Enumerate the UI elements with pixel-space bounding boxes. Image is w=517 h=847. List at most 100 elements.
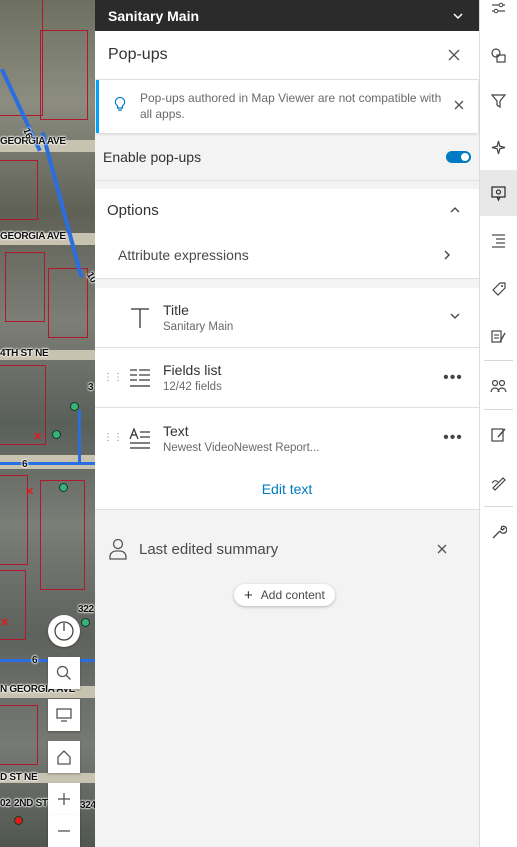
search-icon [56, 665, 71, 680]
parcel [40, 30, 88, 120]
parcel [48, 268, 88, 338]
effects-icon [491, 140, 506, 154]
home-icon [57, 750, 71, 765]
expand-title-button[interactable] [449, 309, 461, 327]
add-content-label: Add content [260, 588, 325, 602]
title-element[interactable]: Title Sanitary Main [95, 288, 479, 348]
manhole-point[interactable] [52, 430, 61, 439]
manhole-point[interactable] [14, 816, 23, 825]
compass-button[interactable] [48, 615, 80, 647]
pipe-label: 02 [0, 798, 11, 809]
search-button[interactable] [48, 657, 80, 689]
fields-list-element[interactable]: ⋮⋮ Fields list 12/42 fields ••• [95, 348, 479, 408]
chevron-up-icon [450, 207, 460, 213]
plus-icon [58, 793, 70, 805]
element-name: Fields list [163, 362, 222, 378]
styles-button[interactable] [480, 34, 517, 76]
monitor-icon [56, 708, 72, 722]
fields-icon [492, 233, 505, 248]
popups-button[interactable] [480, 170, 517, 216]
street-label: D ST NE [0, 772, 38, 783]
properties-button[interactable] [480, 0, 517, 34]
layer-title: Sanitary Main [108, 7, 200, 24]
effects-button[interactable] [480, 124, 517, 170]
pipe-label: 324 [80, 800, 95, 811]
tools-icon [492, 525, 507, 538]
popups-icon [491, 185, 506, 201]
street-label: 2ND ST [14, 798, 48, 809]
x-marker-icon: ✕ [33, 431, 43, 443]
filter-button[interactable] [480, 76, 517, 124]
drag-handle-icon[interactable]: ⋮⋮ [103, 372, 123, 382]
parcel [0, 160, 38, 220]
manhole-point[interactable] [59, 483, 68, 492]
street-label: GEORGIA AVE [0, 231, 66, 242]
zoom-in-button[interactable] [48, 783, 80, 815]
chevron-right-icon [444, 250, 450, 259]
street-label: 4TH ST NE [0, 348, 49, 359]
styles-icon [491, 47, 506, 63]
x-marker-icon: ✕ [0, 617, 10, 629]
close-panel-button[interactable] [447, 48, 461, 62]
screen-button[interactable] [48, 699, 80, 731]
person-icon [109, 538, 127, 560]
street-label: GEORGIA AVE [0, 136, 66, 147]
drag-handle-icon[interactable]: ⋮⋮ [103, 433, 123, 443]
filter-icon [490, 93, 507, 108]
summary-label: Last edited summary [139, 540, 279, 558]
fields-button[interactable] [480, 216, 517, 264]
element-name: Title [163, 302, 189, 318]
dismiss-notice-button[interactable] [452, 98, 466, 112]
settings-toolbar [480, 0, 517, 847]
parcel [0, 0, 43, 116]
minus-icon [58, 830, 70, 832]
attribute-expressions-item[interactable]: Attribute expressions [95, 231, 479, 279]
labels-button[interactable] [480, 264, 517, 312]
sewer-line [40, 132, 84, 278]
sketch-button[interactable] [480, 458, 517, 506]
more-options-button[interactable]: ••• [443, 429, 463, 447]
panel-header: Pop-ups [95, 31, 479, 80]
manhole-point[interactable] [70, 402, 79, 411]
options-section: Options Attribute expressions [95, 189, 479, 279]
parcel [0, 570, 26, 640]
options-header[interactable]: Options [95, 189, 479, 231]
forms-icon [491, 329, 506, 343]
sketch-icon [491, 476, 506, 491]
lightbulb-icon [114, 96, 126, 111]
element-detail: Sanitary Main [163, 321, 234, 333]
enable-popups-toggle[interactable] [446, 150, 471, 163]
parcel [5, 252, 45, 322]
forms-button[interactable] [480, 312, 517, 360]
chevron-down-icon [450, 313, 460, 319]
properties-icon [492, 2, 505, 14]
clustering-icon [490, 379, 507, 392]
edit-text-link[interactable]: Edit text [95, 468, 479, 510]
zoom-out-button[interactable] [48, 815, 80, 847]
text-element-icon [129, 427, 150, 449]
attribute-expressions-label: Attribute expressions [118, 246, 249, 263]
map-view[interactable]: GEORGIA AVE GEORGIA AVE 4TH ST NE N GEOR… [0, 0, 95, 847]
clustering-button[interactable] [480, 361, 517, 409]
pipe-label: 6 [32, 655, 38, 666]
parcel [0, 705, 38, 765]
text-element[interactable]: ⋮⋮ Text Newest VideoNewest Report... ••• [95, 408, 479, 468]
text-element-texts: Text Newest VideoNewest Report... [163, 423, 443, 454]
home-button[interactable] [48, 741, 80, 773]
element-detail: Newest VideoNewest Report... [163, 441, 320, 454]
options-label: Options [107, 201, 159, 219]
manhole-point[interactable] [81, 618, 90, 627]
remove-summary-button[interactable] [435, 542, 449, 556]
chevron-down-icon [453, 12, 463, 19]
layer-selector[interactable]: Sanitary Main [95, 0, 479, 31]
add-content-button[interactable]: + Add content [234, 584, 335, 606]
title-text-icon [131, 307, 149, 328]
notice-message: Pop-ups authored in Map Viewer are not c… [140, 91, 442, 121]
tools-button[interactable] [480, 507, 517, 555]
title-element-texts: Title Sanitary Main [163, 302, 449, 333]
element-name: Text [163, 422, 189, 439]
edit-button[interactable] [480, 410, 517, 458]
more-options-button[interactable]: ••• [443, 369, 463, 387]
parcel [0, 475, 28, 565]
element-detail: 12/42 fields [163, 381, 222, 393]
